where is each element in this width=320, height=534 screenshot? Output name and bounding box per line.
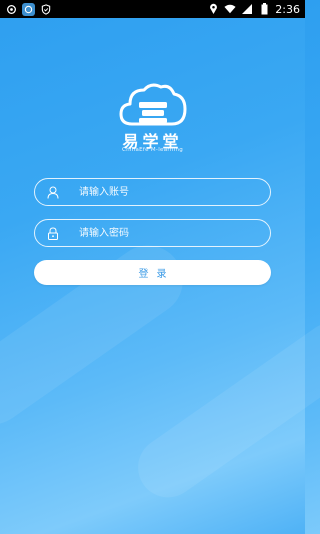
login-button[interactable]: 登录 (34, 260, 271, 285)
status-time: 2:36 (275, 2, 300, 16)
app-icon (22, 2, 35, 16)
status-left (5, 2, 52, 16)
brand-subtitle: ChinaEfe M-learning (121, 147, 184, 153)
shield-icon (40, 3, 52, 15)
status-bar: 2:36 (0, 0, 305, 18)
account-field[interactable] (34, 178, 271, 206)
password-input[interactable] (79, 220, 259, 246)
location-icon (207, 3, 219, 15)
battery-icon (258, 3, 270, 15)
password-field[interactable] (34, 219, 271, 247)
status-right: 2:36 (207, 3, 300, 16)
settings-icon (5, 3, 17, 15)
lock-icon (47, 227, 59, 240)
account-input[interactable] (79, 179, 259, 205)
signal-icon (241, 3, 253, 15)
user-icon (47, 186, 59, 199)
cloud-book-icon (118, 80, 188, 130)
wifi-icon (224, 3, 236, 15)
background-streak (126, 310, 320, 510)
